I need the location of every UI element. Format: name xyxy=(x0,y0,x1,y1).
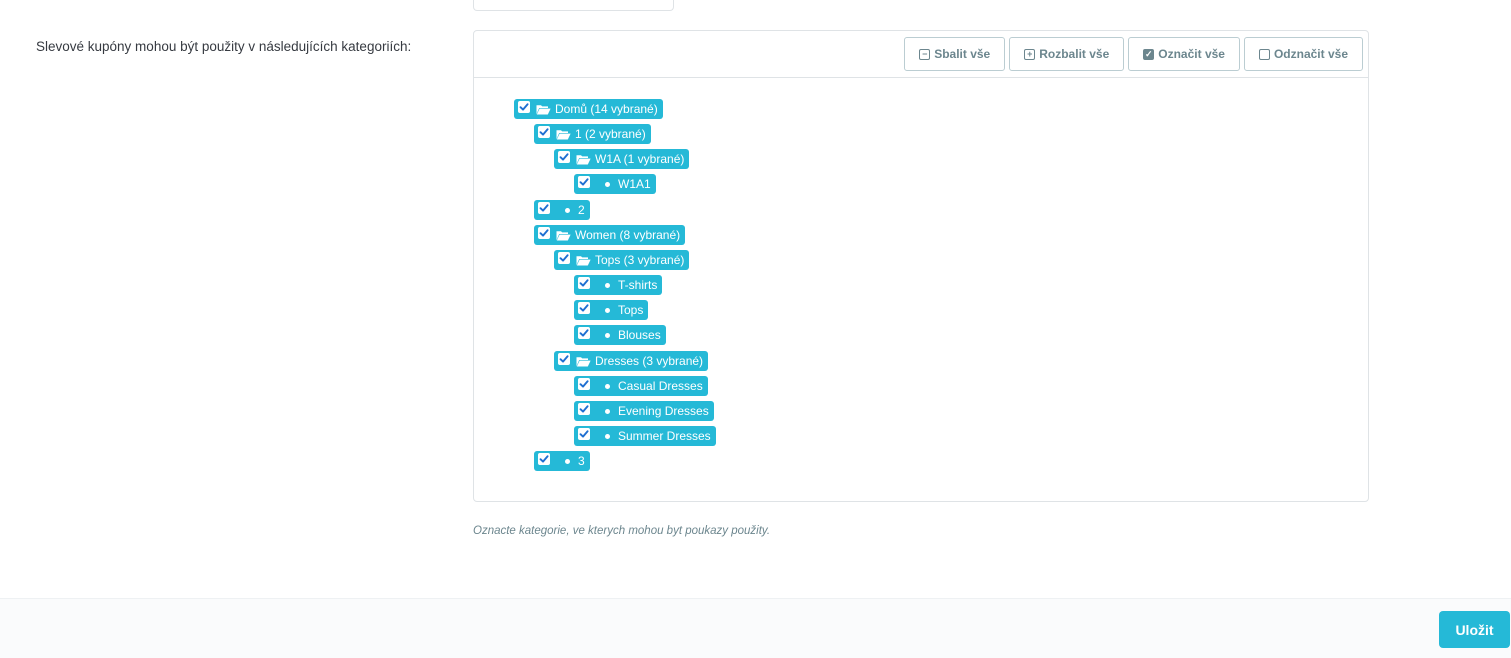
tree-node-checkbox[interactable] xyxy=(558,252,570,264)
tree-node[interactable]: Domů (14 vybrané) xyxy=(514,99,663,119)
tree-node[interactable]: W1A (1 vybrané) xyxy=(554,149,690,169)
tree-node[interactable]: Casual Dresses xyxy=(574,376,708,396)
tree-node[interactable]: W1A1 xyxy=(574,174,656,194)
folder-open-icon xyxy=(556,129,575,140)
tree-node-checkbox[interactable] xyxy=(558,353,570,365)
tree-node-label: 1 (2 vybrané) xyxy=(575,127,646,141)
tree-node-label: Evening Dresses xyxy=(618,404,709,418)
tree-node-checkbox[interactable] xyxy=(538,126,550,138)
tree-node-checkbox[interactable] xyxy=(578,327,590,339)
tree-node-checkbox[interactable] xyxy=(578,428,590,440)
tree-node-label: Summer Dresses xyxy=(618,429,711,443)
tree-node[interactable]: Evening Dresses xyxy=(574,401,714,421)
category-tree-panel: − Sbalit vše + Rozbalit vše ✓ Označit vš… xyxy=(473,30,1369,502)
bullet-icon xyxy=(605,307,610,313)
uncheck-all-label: Odznačit vše xyxy=(1273,47,1348,61)
categories-hint: Oznacte kategorie, ve kterych mohou byt … xyxy=(473,525,771,537)
tree-node-label: Tops (3 vybrané) xyxy=(595,253,685,267)
save-button[interactable]: Uložit xyxy=(1439,611,1510,648)
tree-node-label: W1A1 xyxy=(618,177,651,191)
form-footer: Uložit xyxy=(0,598,1511,658)
categories-label: Slevové kupóny mohou být použity v násle… xyxy=(36,39,412,54)
tree-node[interactable]: Tops (3 vybrané) xyxy=(554,250,690,270)
folder-open-icon xyxy=(576,255,595,266)
tree-node-checkbox[interactable] xyxy=(558,151,570,163)
tree-node[interactable]: Dresses (3 vybrané) xyxy=(554,351,709,371)
tree-node-label: Tops xyxy=(618,303,644,317)
tree-node[interactable]: Women (8 vybrané) xyxy=(534,225,686,245)
page: Slevové kupóny mohou být použity v násle… xyxy=(0,0,1511,658)
bullet-icon xyxy=(605,181,610,187)
tree-node-label: T-shirts xyxy=(618,278,658,292)
tree-node-label: Blouses xyxy=(618,328,661,342)
tree-node-label: Domů (14 vybrané) xyxy=(555,102,658,116)
check-all-button[interactable]: ✓ Označit vše xyxy=(1128,37,1240,71)
tree-node-checkbox[interactable] xyxy=(578,403,590,415)
tree-node[interactable]: Tops xyxy=(574,300,649,320)
collapse-all-label: Sbalit vše xyxy=(934,47,991,61)
tree-node-label: Women (8 vybrané) xyxy=(575,228,681,242)
folder-open-icon xyxy=(536,104,555,115)
tree-node-checkbox[interactable] xyxy=(518,101,530,113)
tree-toolbar: − Sbalit vše + Rozbalit vše ✓ Označit vš… xyxy=(474,31,1368,78)
minus-square-icon: − xyxy=(919,48,931,60)
bullet-icon xyxy=(605,332,610,338)
uncheck-all-button[interactable]: Odznačit vše xyxy=(1243,37,1363,71)
tree-node[interactable]: Blouses xyxy=(574,325,666,345)
tree-node-label: 2 xyxy=(578,203,585,217)
tree-node-checkbox[interactable] xyxy=(578,378,590,390)
plus-square-icon: + xyxy=(1024,48,1036,60)
tree-node[interactable]: T-shirts xyxy=(574,275,663,295)
tree-node-label: 3 xyxy=(578,454,585,468)
folder-open-icon xyxy=(576,154,595,165)
bullet-icon xyxy=(565,458,570,464)
tree-node-label: W1A (1 vybrané) xyxy=(595,152,685,166)
folder-open-icon xyxy=(556,230,575,241)
tree-node-checkbox[interactable] xyxy=(538,453,550,465)
tree-node-checkbox[interactable] xyxy=(578,302,590,314)
tree-node[interactable]: 3 xyxy=(534,451,590,471)
folder-open-icon xyxy=(576,356,595,367)
expand-all-button[interactable]: + Rozbalit vše xyxy=(1009,37,1125,71)
bullet-icon xyxy=(605,383,610,389)
bullet-icon xyxy=(605,433,610,439)
tree-node-checkbox[interactable] xyxy=(578,277,590,289)
previous-field-input[interactable] xyxy=(473,0,674,11)
check-all-label: Označit vše xyxy=(1158,47,1225,61)
tree-node-checkbox[interactable] xyxy=(538,227,550,239)
collapse-all-button[interactable]: − Sbalit vše xyxy=(904,37,1006,71)
square-icon xyxy=(1258,48,1270,60)
tree-node-label: Casual Dresses xyxy=(618,379,703,393)
bullet-icon xyxy=(605,408,610,414)
tree-node[interactable]: 1 (2 vybrané) xyxy=(534,124,651,144)
tree-node-label: Dresses (3 vybrané) xyxy=(595,354,704,368)
bullet-icon xyxy=(605,282,610,288)
bullet-icon xyxy=(565,207,570,213)
expand-all-label: Rozbalit vše xyxy=(1039,47,1110,61)
tree-node-checkbox[interactable] xyxy=(538,202,550,214)
tree-node-checkbox[interactable] xyxy=(578,176,590,188)
tree-node[interactable]: Summer Dresses xyxy=(574,426,716,446)
check-square-icon: ✓ xyxy=(1143,48,1155,60)
tree-node[interactable]: 2 xyxy=(534,200,590,220)
